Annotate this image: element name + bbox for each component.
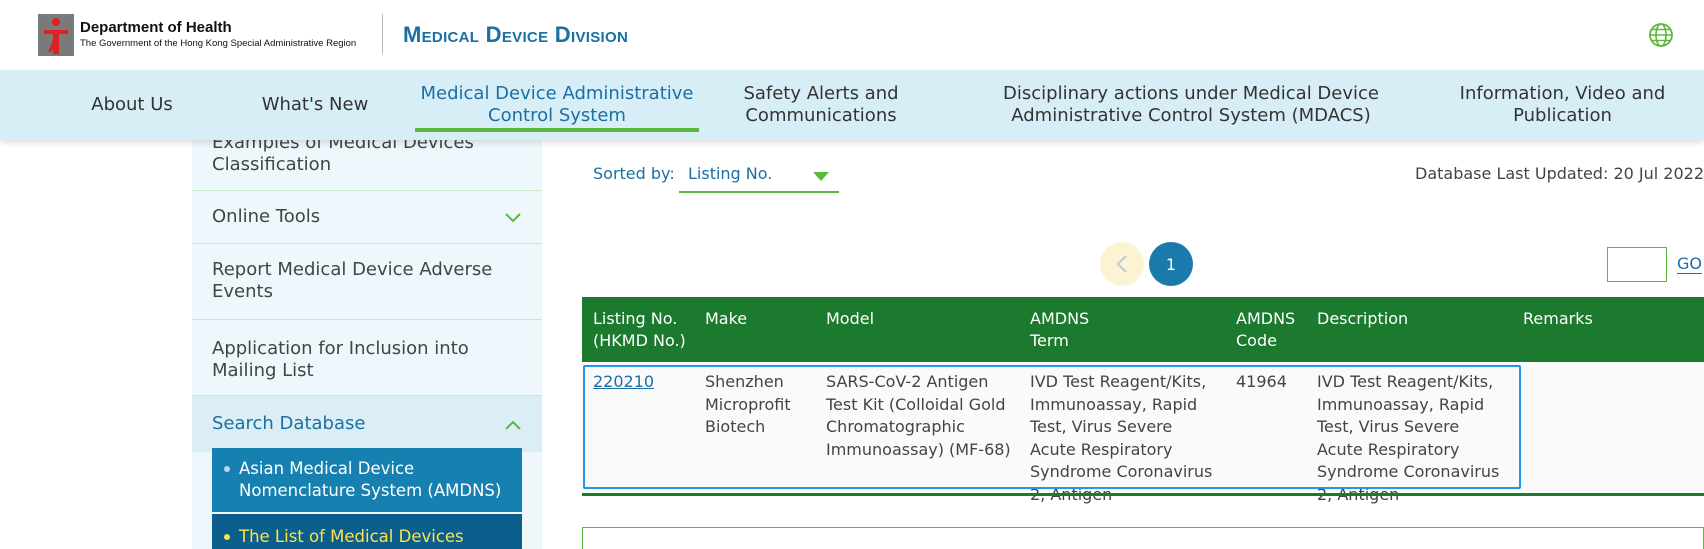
sort-select[interactable]: Listing No. [679,157,839,193]
sidebar: Examples of Medical Devices Classificati… [192,132,542,549]
sidebar-subitem-amdns[interactable]: Asian Medical Device Nomenclature System… [212,448,522,512]
main-nav: About Us What's New Medical Device Admin… [0,70,1704,140]
sidebar-subitem-label: The List of Medical Devices [239,527,464,546]
header-divider [382,14,383,54]
sort-select-value: Listing No. [688,164,773,183]
column-header-remarks: Remarks [1523,309,1593,328]
sidebar-item-label: Search Database [212,413,366,434]
sidebar-item-examples[interactable]: Examples of Medical Devices Classificati… [192,132,542,191]
sidebar-item-search-database[interactable]: Search Database [192,396,542,452]
nav-active-underline [415,128,699,132]
sidebar-item-report-adverse-events[interactable]: Report Medical Device Adverse Events [192,244,542,320]
government-subtitle: The Government of the Hong Kong Special … [80,38,357,49]
nav-item-whats-new[interactable]: What's New [245,70,385,140]
caret-down-icon [813,172,829,181]
bullet-icon [224,466,230,472]
nav-item-disciplinary-actions[interactable]: Disciplinary actions under Medical Devic… [946,70,1436,140]
prev-page-button[interactable] [1100,242,1144,286]
table-header: Listing No. (HKMD No.) Make Model AMDNS … [582,297,1704,362]
row-selection-highlight [583,365,1521,489]
go-button[interactable]: GO [1677,254,1702,274]
department-logo-icon[interactable] [38,14,74,56]
goto-page-input[interactable] [1607,247,1667,282]
sidebar-item-label: Online Tools [212,206,321,227]
sidebar-item-online-tools[interactable]: Online Tools [192,191,542,244]
column-header-amdns-code: AMDNS Code [1236,309,1296,350]
lower-content-box [582,527,1704,549]
sidebar-subitem-list-of-devices[interactable]: The List of Medical Devices [212,514,522,549]
column-header-description: Description [1317,309,1409,328]
nav-item-information-video[interactable]: Information, Video and Publication [1455,70,1670,140]
department-name[interactable]: Department of Health [80,19,232,36]
chevron-left-icon [1116,255,1127,273]
column-header-make: Make [705,309,748,328]
chevron-down-icon [505,213,521,223]
sidebar-item-label: Report Medical Device Adverse Events [212,259,493,302]
table-bottom-border [582,493,1704,496]
site-header: Department of Health The Government of t… [0,0,1704,70]
nav-item-about-us[interactable]: About Us [70,70,194,140]
chevron-up-icon [505,420,521,430]
database-last-updated: Database Last Updated: 20 Jul 2022 [1415,164,1704,183]
column-header-amdns-term: AMDNS Term [1030,309,1090,350]
sidebar-item-label: Application for Inclusion into Mailing L… [212,338,469,381]
column-header-model: Model [826,309,875,328]
division-title[interactable]: Medical Device Division [403,22,628,48]
sidebar-item-mailing-list[interactable]: Application for Inclusion into Mailing L… [192,320,542,396]
sorted-by-label: Sorted by: [593,164,675,183]
nav-item-safety-alerts[interactable]: Safety Alerts and Communications [732,70,910,140]
globe-icon[interactable] [1648,22,1674,48]
page-number-button[interactable]: 1 [1149,242,1193,286]
bullet-icon [224,534,230,540]
column-header-listing-no: Listing No. (HKMD No.) [593,309,686,350]
sidebar-subitem-label: Asian Medical Device Nomenclature System… [239,459,502,500]
